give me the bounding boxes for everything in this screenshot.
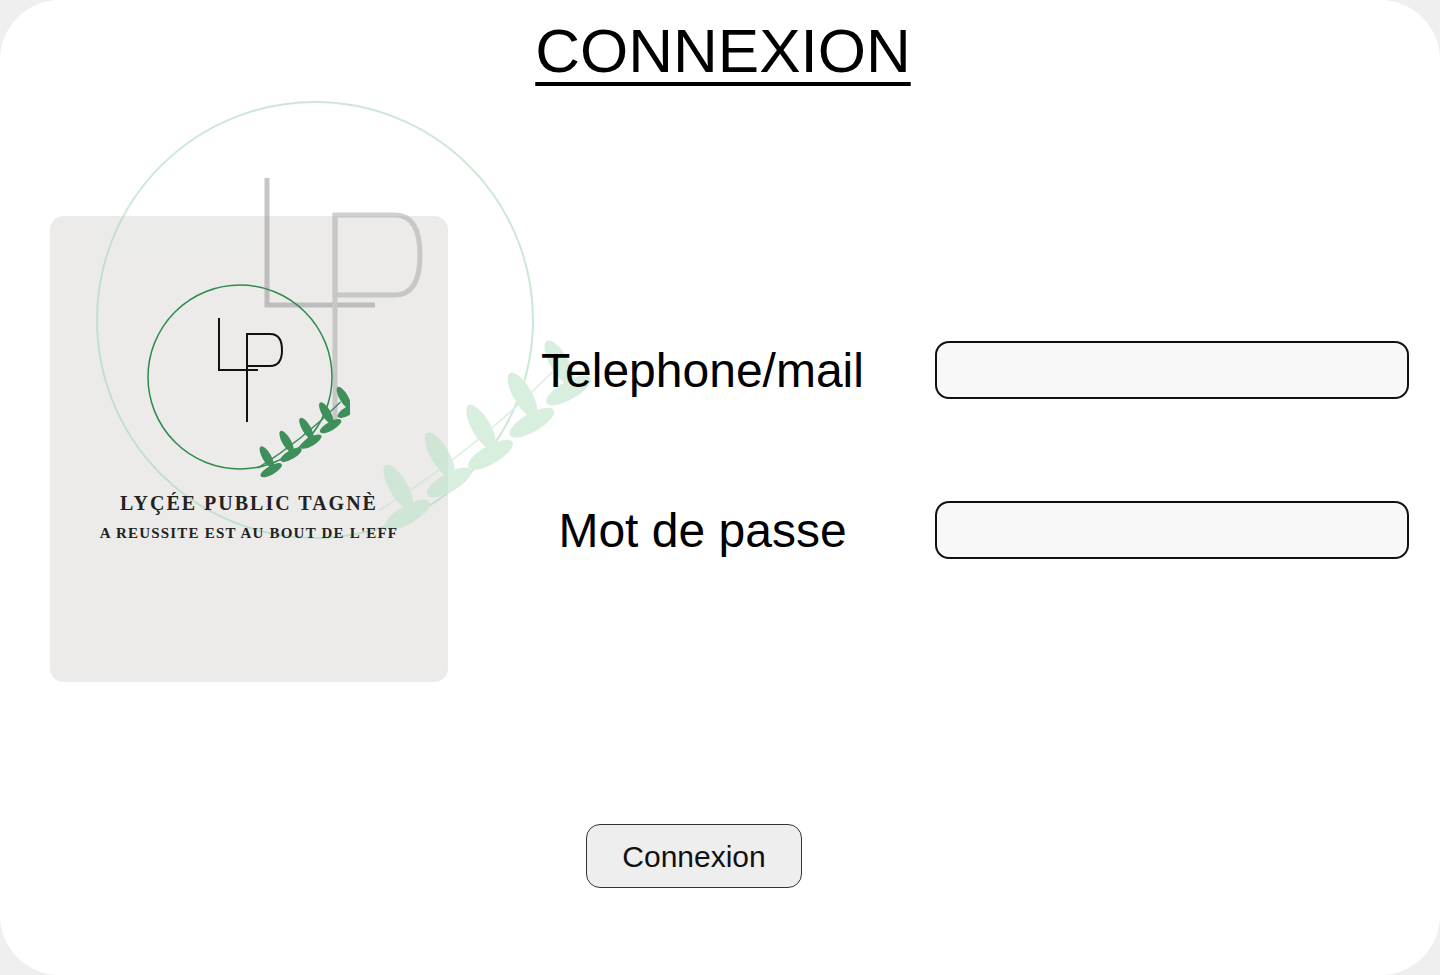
- button-row: Connexion: [586, 824, 1440, 888]
- school-motto: A REUSSITE EST AU BOUT DE L'EFF: [100, 522, 398, 545]
- field-input[interactable]: [935, 501, 1409, 559]
- main-area: LYÇÉE PUBLIC TAGNÈ A REUSSITE EST AU BOUT…: [0, 216, 1440, 682]
- page-title: CONNEXION: [535, 14, 910, 88]
- logo-card: LYÇÉE PUBLIC TAGNÈ A REUSSITE EST AU BOUT…: [50, 216, 448, 682]
- login-page: CONNEXION LYÇÉE PUBLIC TAGNÈ A REUSSITE ES…: [0, 0, 1440, 975]
- title-bar: CONNEXION: [0, 0, 1440, 88]
- login-button[interactable]: Connexion: [586, 824, 802, 888]
- field-label: Mot de passe: [490, 503, 915, 558]
- login-form: Telephone/mail Mot de passe: [490, 341, 1409, 559]
- school-name: LYÇÉE PUBLIC TAGNÈ: [120, 488, 378, 518]
- field-label: Telephone/mail: [490, 343, 915, 398]
- field-input[interactable]: [935, 341, 1409, 399]
- school-logo-icon: [130, 282, 350, 482]
